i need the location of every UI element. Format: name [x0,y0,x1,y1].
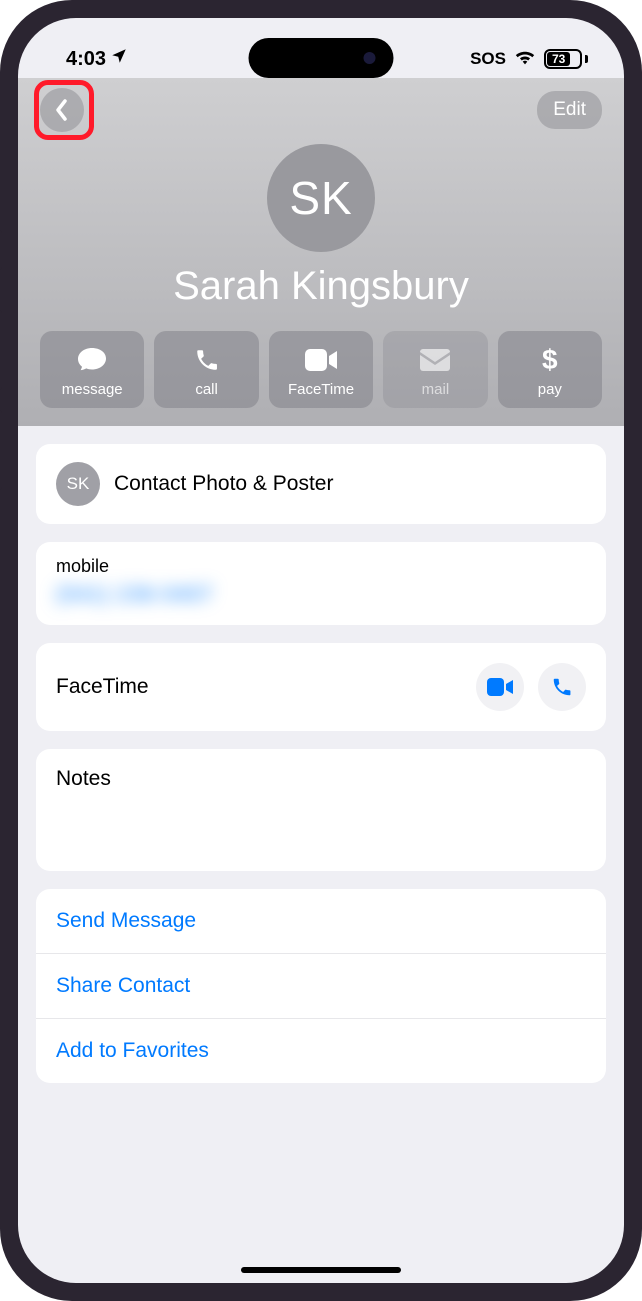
facetime-label: FaceTime [56,675,149,699]
content-area: SK Contact Photo & Poster mobile (541) 2… [18,426,624,1083]
volume-down-button [0,410,2,490]
mute-switch [0,230,2,270]
photo-poster-label: Contact Photo & Poster [114,472,333,496]
message-icon [77,345,107,375]
phone-frame: 4:03 SOS 73 E [0,0,642,1301]
facetime-button[interactable]: FaceTime [269,331,373,408]
facetime-label: FaceTime [288,381,354,398]
status-time: 4:03 [66,48,106,71]
action-row: message call FaceTime [40,331,602,408]
photo-poster-card[interactable]: SK Contact Photo & Poster [36,444,606,524]
front-camera [364,52,376,64]
add-favorites-link[interactable]: Add to Favorites [36,1019,606,1083]
volume-up-button [0,310,2,390]
pay-button[interactable]: $ pay [498,331,602,408]
message-label: message [62,381,123,398]
send-message-link[interactable]: Send Message [36,889,606,954]
notes-label: Notes [56,767,586,791]
mail-icon [420,345,450,375]
phone-icon [551,676,573,698]
mini-avatar: SK [56,462,100,506]
facetime-audio-button[interactable] [538,663,586,711]
call-button[interactable]: call [154,331,258,408]
facetime-card: FaceTime [36,643,606,731]
phone-type-label: mobile [56,556,586,577]
phone-card[interactable]: mobile (541) 236-0407 [36,542,606,625]
video-icon [305,345,337,375]
contact-header: Edit SK Sarah Kingsbury message call [18,78,624,426]
sos-indicator: SOS [470,49,506,69]
battery-indicator: 73 [544,49,588,69]
call-label: call [195,381,218,398]
location-icon [110,47,128,71]
edit-button[interactable]: Edit [537,91,602,129]
links-card: Send Message Share Contact Add to Favori… [36,889,606,1083]
contact-avatar: SK [267,144,375,252]
back-button-highlight [34,80,94,140]
wifi-icon [514,48,536,71]
mail-label: mail [422,381,450,398]
home-indicator[interactable] [241,1267,401,1273]
share-contact-link[interactable]: Share Contact [36,954,606,1019]
mail-button: mail [383,331,487,408]
contact-name: Sarah Kingsbury [40,264,602,309]
facetime-video-button[interactable] [476,663,524,711]
message-button[interactable]: message [40,331,144,408]
notes-card[interactable]: Notes [36,749,606,871]
screen: 4:03 SOS 73 E [18,18,624,1283]
dynamic-island [249,38,394,78]
phone-icon [194,345,220,375]
phone-number[interactable]: (541) 236-0407 [56,583,586,607]
video-icon [487,678,513,696]
pay-label: pay [538,381,562,398]
dollar-icon: $ [542,345,558,375]
